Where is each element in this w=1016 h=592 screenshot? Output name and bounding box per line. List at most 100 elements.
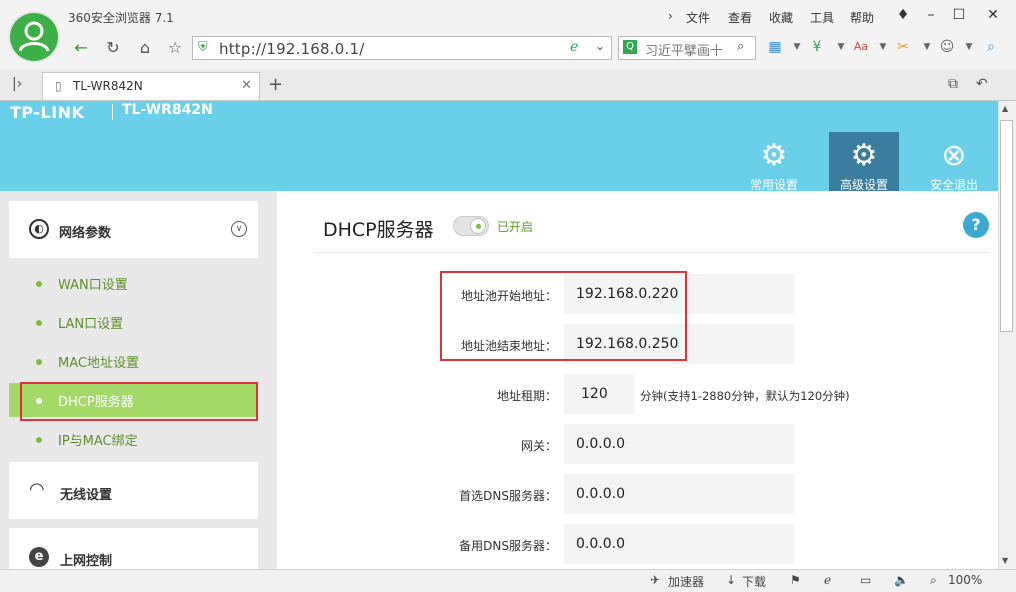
menu-view[interactable]: 查看 xyxy=(728,9,752,26)
brand-divider xyxy=(112,104,113,120)
advanced-settings-label: 高级设置 xyxy=(839,178,888,192)
tab-list-icon[interactable]: ⧉ xyxy=(948,76,958,92)
bullet-icon xyxy=(36,320,42,326)
magnifier-icon[interactable]: ⌕ xyxy=(982,37,1000,57)
app-title: 360安全浏览器 7.1 xyxy=(68,11,174,25)
primary-dns-input[interactable]: 0.0.0.0 xyxy=(564,474,794,514)
money-icon[interactable]: ¥ xyxy=(808,37,826,57)
menu-favorites[interactable]: 收藏 xyxy=(769,9,793,26)
new-tab-button[interactable]: + xyxy=(268,74,283,95)
bullet-icon xyxy=(36,359,42,365)
money-dropdown-icon[interactable]: ▼ xyxy=(832,37,850,57)
network-icon: ◐ xyxy=(29,219,49,239)
apps-dropdown-icon[interactable]: ▼ xyxy=(788,37,806,57)
gateway-value: 0.0.0.0 xyxy=(576,436,625,452)
sidebar-item-wan[interactable]: WAN口设置 xyxy=(9,266,258,300)
primary-dns-value: 0.0.0.0 xyxy=(576,486,625,502)
accelerator-icon[interactable]: ✈ xyxy=(650,573,660,587)
lease-time-value: 120 xyxy=(581,386,608,402)
tab-close-icon[interactable]: ✕ xyxy=(241,78,252,93)
menu-file[interactable]: 文件 xyxy=(686,9,710,26)
search-box[interactable]: Q 习近平擘画十 ⌕ xyxy=(618,36,756,60)
sidebar-section-access-control[interactable]: e 上网控制 xyxy=(9,528,258,569)
bullet-icon xyxy=(36,281,42,287)
translate-icon[interactable]: Aa xyxy=(852,37,870,57)
lease-time-input[interactable]: 120 xyxy=(564,374,634,414)
translate-dropdown-icon[interactable]: ▼ xyxy=(874,37,892,57)
back-icon[interactable]: ← xyxy=(70,37,92,59)
page-icon: ▯ xyxy=(55,79,62,93)
secondary-dns-value: 0.0.0.0 xyxy=(576,536,625,552)
shield-icon: ⛨ xyxy=(198,40,208,55)
games-dropdown-icon[interactable]: ▼ xyxy=(960,37,978,57)
zoom-icon[interactable]: ⌕ xyxy=(930,573,937,588)
field-label-lease: 地址租期： xyxy=(496,389,557,403)
toggle-status: 已开启 xyxy=(497,220,534,234)
user-avatar[interactable] xyxy=(10,13,58,61)
scrollbar-thumb[interactable] xyxy=(1000,120,1013,332)
zoom-level[interactable]: 100% xyxy=(948,573,982,587)
sidebar-toggle-icon[interactable]: |› xyxy=(12,76,22,92)
window-icon[interactable]: ▭ xyxy=(860,573,871,587)
highlight-box-sidebar xyxy=(20,382,258,421)
star-icon[interactable]: ☆ xyxy=(164,37,186,59)
chevron-down-icon[interactable]: ∨ xyxy=(231,221,247,237)
accelerator-label[interactable]: 加速器 xyxy=(668,573,704,590)
tab-title: TL-WR842N xyxy=(73,79,143,93)
sidebar-section-network[interactable]: ◐ 网络参数 ∨ xyxy=(9,201,258,258)
sidebar-item-lan[interactable]: LAN口设置 xyxy=(9,305,258,339)
chevron-down-icon[interactable]: ⌄ xyxy=(595,39,605,53)
sidebar-wireless-title: 无线设置 xyxy=(60,488,113,503)
screenshot-dropdown-icon[interactable]: ▼ xyxy=(918,37,936,57)
ie-mode-icon[interactable]: ℯ xyxy=(824,573,831,587)
sidebar-item-mac[interactable]: MAC地址设置 xyxy=(9,344,258,378)
menu-tools[interactable]: 工具 xyxy=(810,9,834,26)
title-divider xyxy=(315,252,988,253)
screenshot-icon[interactable]: ✂ xyxy=(894,37,912,57)
refresh-icon[interactable]: ↻ xyxy=(102,37,124,59)
download-label[interactable]: 下载 xyxy=(742,573,766,590)
undo-close-icon[interactable]: ↶ xyxy=(976,76,988,92)
gear-icon: ⚙ xyxy=(760,138,788,173)
toggle-on-indicator xyxy=(476,224,481,229)
menu-help[interactable]: 帮助 xyxy=(850,9,874,26)
internet-icon: e xyxy=(29,547,49,567)
home-icon[interactable]: ⌂ xyxy=(134,37,156,59)
tab-tl-wr842n[interactable]: ▯ TL-WR842N ✕ xyxy=(42,72,260,100)
sidebar-item-label: LAN口设置 xyxy=(58,317,124,332)
common-settings-label: 常用设置 xyxy=(749,178,798,192)
search-input[interactable]: 习近平擘画十 xyxy=(645,40,735,59)
secondary-dns-input[interactable]: 0.0.0.0 xyxy=(564,524,794,564)
sidebar-access-title: 上网控制 xyxy=(60,554,113,569)
field-label-primary-dns: 首选DNS服务器： xyxy=(459,489,557,503)
sidebar-item-ip-mac-binding[interactable]: IP与MAC绑定 xyxy=(9,422,258,456)
gears-icon: ⚙ xyxy=(850,138,878,173)
sidebar-section-wireless[interactable]: ◠ 无线设置 xyxy=(9,462,258,519)
close-window-button[interactable]: ✕ xyxy=(980,4,1006,26)
games-icon[interactable]: ☺ xyxy=(938,37,956,57)
wifi-icon: ◠ xyxy=(29,479,45,500)
page-title: DHCP服务器 xyxy=(323,219,434,241)
help-icon[interactable]: ? xyxy=(963,212,989,238)
bullet-icon xyxy=(36,437,42,443)
address-text: http://192.168.0.1/ xyxy=(219,40,365,58)
ie-compat-icon[interactable]: ℯ xyxy=(570,39,578,55)
chevron-right-icon[interactable]: › xyxy=(668,9,673,23)
brand-logo: TP-LINK xyxy=(10,103,85,122)
search-icon[interactable]: ⌕ xyxy=(737,39,744,54)
search-engine-icon[interactable]: Q xyxy=(623,40,637,54)
address-bar[interactable]: ⛨ http://192.168.0.1/ ℯ ⌄ xyxy=(192,36,612,60)
minimize-button[interactable]: – xyxy=(918,4,944,26)
scroll-up-icon[interactable]: ▲ xyxy=(1002,104,1008,113)
apps-icon[interactable]: ▦ xyxy=(766,37,784,57)
sidebar-item-label: WAN口设置 xyxy=(58,278,128,293)
download-icon[interactable]: ↓ xyxy=(726,573,736,587)
scroll-down-icon[interactable]: ▼ xyxy=(1002,556,1008,565)
maximize-button[interactable]: ☐ xyxy=(946,4,972,26)
user-icon xyxy=(18,21,50,52)
skin-icon[interactable]: ♦ xyxy=(890,4,916,26)
gateway-input[interactable]: 0.0.0.0 xyxy=(564,424,794,464)
volume-icon[interactable]: 🔈 xyxy=(894,573,909,587)
close-circle-icon: ⊗ xyxy=(941,138,967,173)
flag-icon[interactable]: ⚑ xyxy=(790,573,801,587)
